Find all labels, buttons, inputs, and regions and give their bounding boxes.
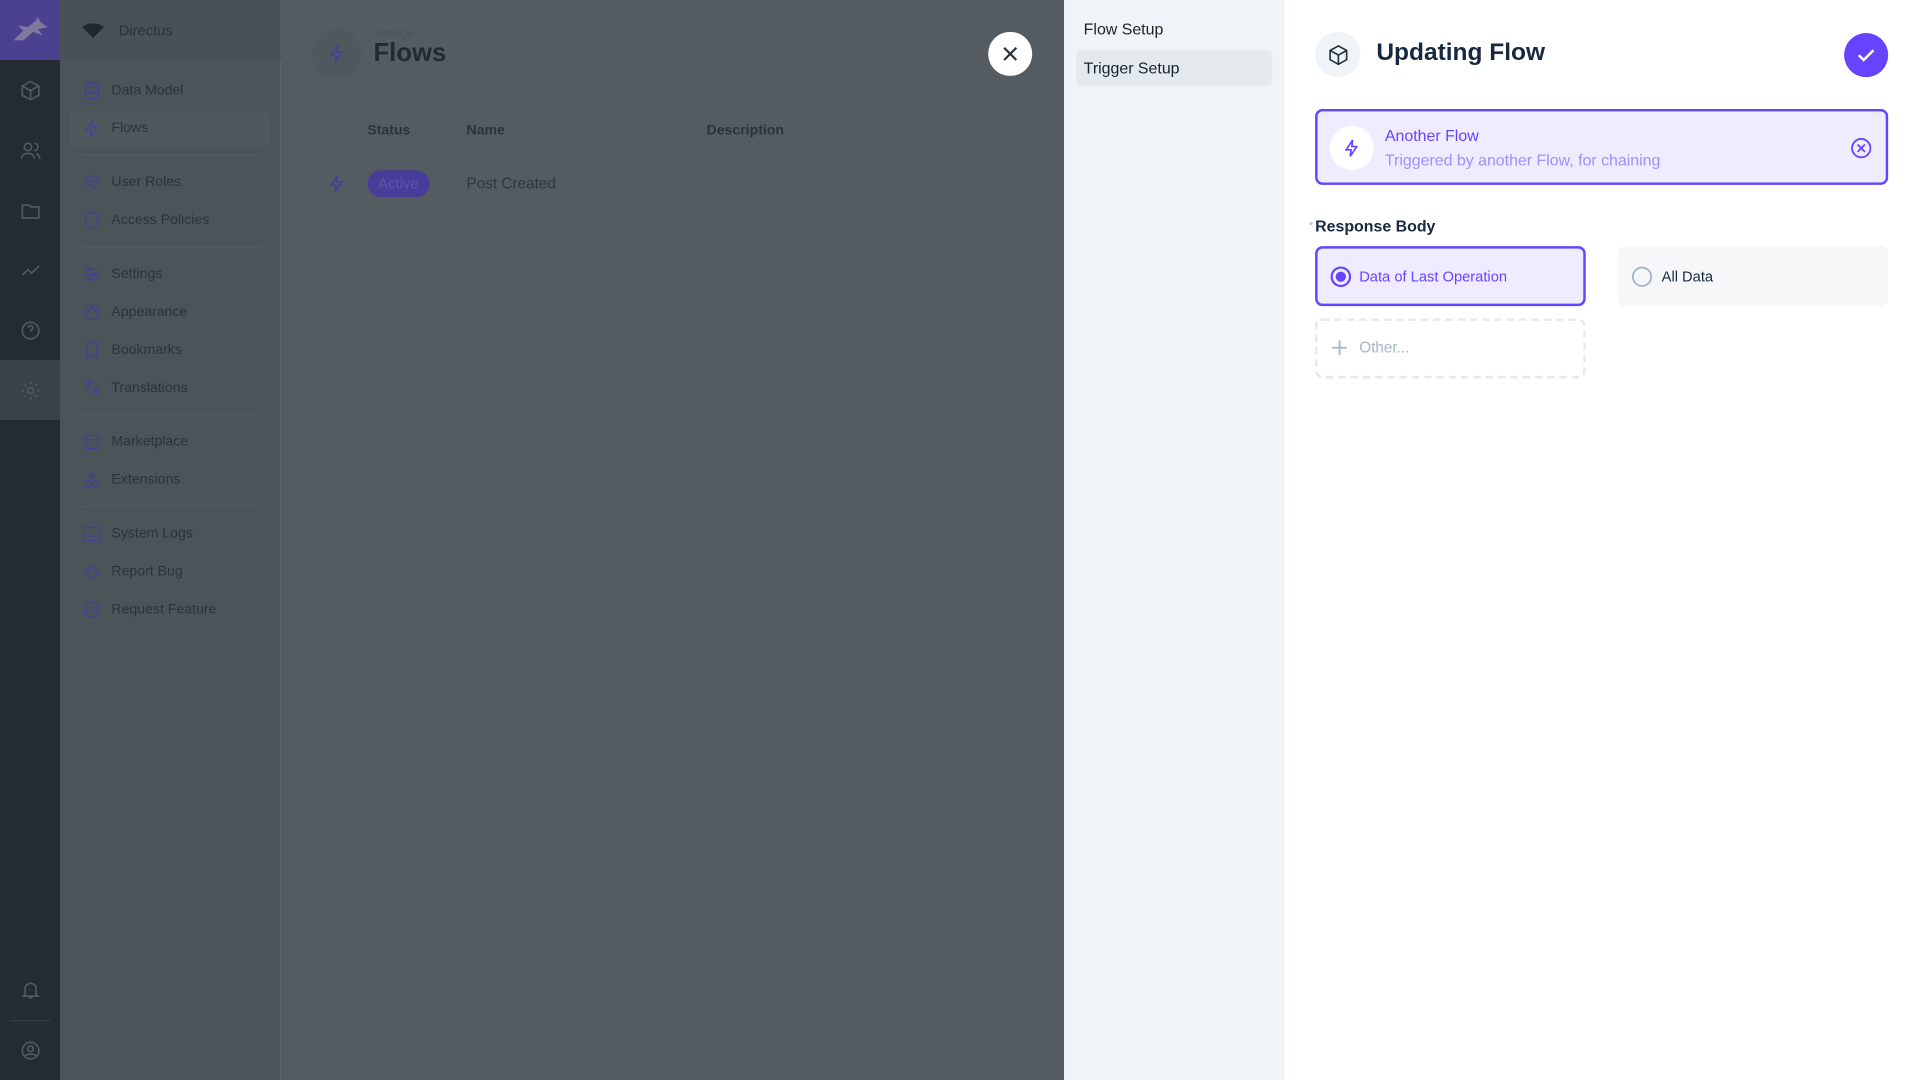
nav-item-label: Translations: [111, 380, 188, 396]
close-icon: [1003, 46, 1018, 61]
nav-divider: [82, 505, 261, 507]
shield-icon: [84, 211, 100, 230]
navigation-pane: Directus Data Model Flows User Roles Access…: [60, 0, 281, 1080]
terminal-icon: [83, 526, 101, 542]
bolt-icon: [84, 120, 98, 138]
bolt-icon: [329, 175, 344, 193]
settings-module-icon[interactable]: [0, 360, 61, 421]
page-title: Flows: [373, 39, 447, 68]
nav-item-system-logs[interactable]: System Logs: [70, 517, 271, 551]
required-indicator: *: [1308, 219, 1314, 232]
files-module-icon[interactable]: [0, 180, 60, 240]
response-body-label: Response Body: [1315, 216, 1436, 236]
bookmark-icon: [86, 342, 98, 359]
drawer-title: Updating Flow: [1376, 39, 1546, 67]
nav-item-label: Settings: [111, 266, 163, 282]
flow-name: Post Created: [466, 175, 556, 193]
nav-divider: [82, 246, 261, 248]
palette-icon: [83, 304, 100, 321]
option-other-input[interactable]: Other...: [1315, 318, 1586, 379]
nav-item-report-bug[interactable]: Report Bug: [70, 555, 271, 589]
trigger-card[interactable]: Another Flow Triggered by another Flow, …: [1315, 108, 1889, 185]
tab-flow-setup[interactable]: Flow Setup: [1076, 11, 1272, 47]
users-module-icon[interactable]: [0, 120, 60, 180]
help-module-icon[interactable]: [0, 300, 60, 360]
store-icon: [83, 434, 100, 450]
nav-item-data-model[interactable]: Data Model: [70, 73, 271, 107]
nav-item-label: Extensions: [111, 472, 181, 488]
option-label: All Data: [1661, 268, 1714, 286]
module-bar: [0, 0, 61, 1080]
drawer-sidebar: Flow Setup Trigger Setup: [1064, 0, 1285, 1080]
save-button[interactable]: [1844, 33, 1889, 78]
nav-item-appearance[interactable]: Appearance: [70, 295, 271, 329]
nav-item-label: Report Bug: [111, 564, 183, 580]
check-icon: [1857, 49, 1875, 62]
box-icon: [1328, 44, 1347, 65]
nav-item-translations[interactable]: Translations: [70, 371, 271, 405]
option-label: Data of Last Operation: [1359, 268, 1508, 286]
nav-item-access-policies[interactable]: Access Policies: [70, 203, 271, 237]
tab-trigger-setup[interactable]: Trigger Setup: [1076, 50, 1273, 86]
project-header[interactable]: Directus: [60, 0, 281, 61]
nav-item-label: Request Feature: [111, 602, 217, 618]
database-icon: [84, 81, 100, 100]
radio-checked-icon: [1330, 266, 1352, 288]
users-icon: [83, 175, 99, 190]
project-name: Directus: [118, 21, 173, 39]
nav-item-label: Marketplace: [111, 434, 189, 450]
plus-icon: [1332, 340, 1347, 356]
clear-trigger-icon[interactable]: [1850, 137, 1872, 159]
option-data-of-last-operation[interactable]: Data of Last Operation: [1315, 246, 1586, 307]
drawer-title-icon: [1315, 31, 1361, 78]
nav-item-request-feature[interactable]: Request Feature: [70, 593, 271, 627]
nav-item-label: Access Policies: [111, 213, 210, 228]
nav-divider: [82, 413, 261, 416]
nav-item-label: Flows: [111, 121, 149, 136]
column-name[interactable]: Name: [467, 124, 505, 139]
status-badge: Active: [367, 170, 430, 198]
insights-module-icon[interactable]: [0, 240, 60, 300]
nav-item-label: Bookmarks: [111, 342, 182, 358]
nav-item-marketplace[interactable]: Marketplace: [70, 425, 271, 459]
nav-item-user-roles[interactable]: User Roles: [70, 165, 271, 199]
nav-item-label: Appearance: [111, 304, 188, 320]
check-circle-icon: [83, 601, 100, 618]
nav-item-extensions[interactable]: Extensions: [70, 463, 271, 497]
directus-logo[interactable]: [0, 0, 61, 61]
translate-icon: [84, 380, 100, 396]
extensions-icon: [84, 471, 100, 488]
table-row[interactable]: Active Post Created: [280, 162, 1064, 206]
bug-icon: [84, 564, 100, 580]
nav-item-flows[interactable]: Flows: [69, 111, 271, 146]
other-placeholder: Other...: [1359, 339, 1410, 357]
header-bolt-icon: [312, 29, 362, 79]
drawer-content: Updating Flow Another Flow Triggered by …: [1284, 0, 1920, 1080]
column-status[interactable]: Status: [367, 124, 410, 139]
option-all-data[interactable]: All Data: [1617, 246, 1889, 307]
nav-divider: [82, 154, 261, 156]
nav-item-label: Data Model: [111, 83, 184, 98]
nav-item-label: System Logs: [111, 526, 193, 542]
content-module-icon[interactable]: [0, 60, 60, 120]
notifications-icon[interactable]: [0, 960, 60, 1020]
close-drawer-button[interactable]: [988, 31, 1033, 76]
nav-item-label: User Roles: [111, 175, 182, 190]
bolt-icon: [1329, 126, 1374, 171]
main-content: Settings Flows Status Name Description A…: [280, 0, 1065, 1080]
project-icon: [82, 22, 105, 38]
radio-unchecked-icon: [1631, 266, 1653, 287]
user-avatar-icon[interactable]: [0, 1020, 60, 1080]
column-description[interactable]: Description: [707, 124, 784, 139]
breadcrumb[interactable]: Settings: [373, 27, 413, 39]
nav-item-settings[interactable]: Settings: [70, 257, 271, 291]
trigger-title: Another Flow: [1384, 126, 1479, 145]
nav-item-bookmarks[interactable]: Bookmarks: [70, 333, 271, 367]
trigger-subtitle: Triggered by another Flow, for chaining: [1384, 150, 1661, 169]
sliders-icon: [84, 267, 100, 282]
